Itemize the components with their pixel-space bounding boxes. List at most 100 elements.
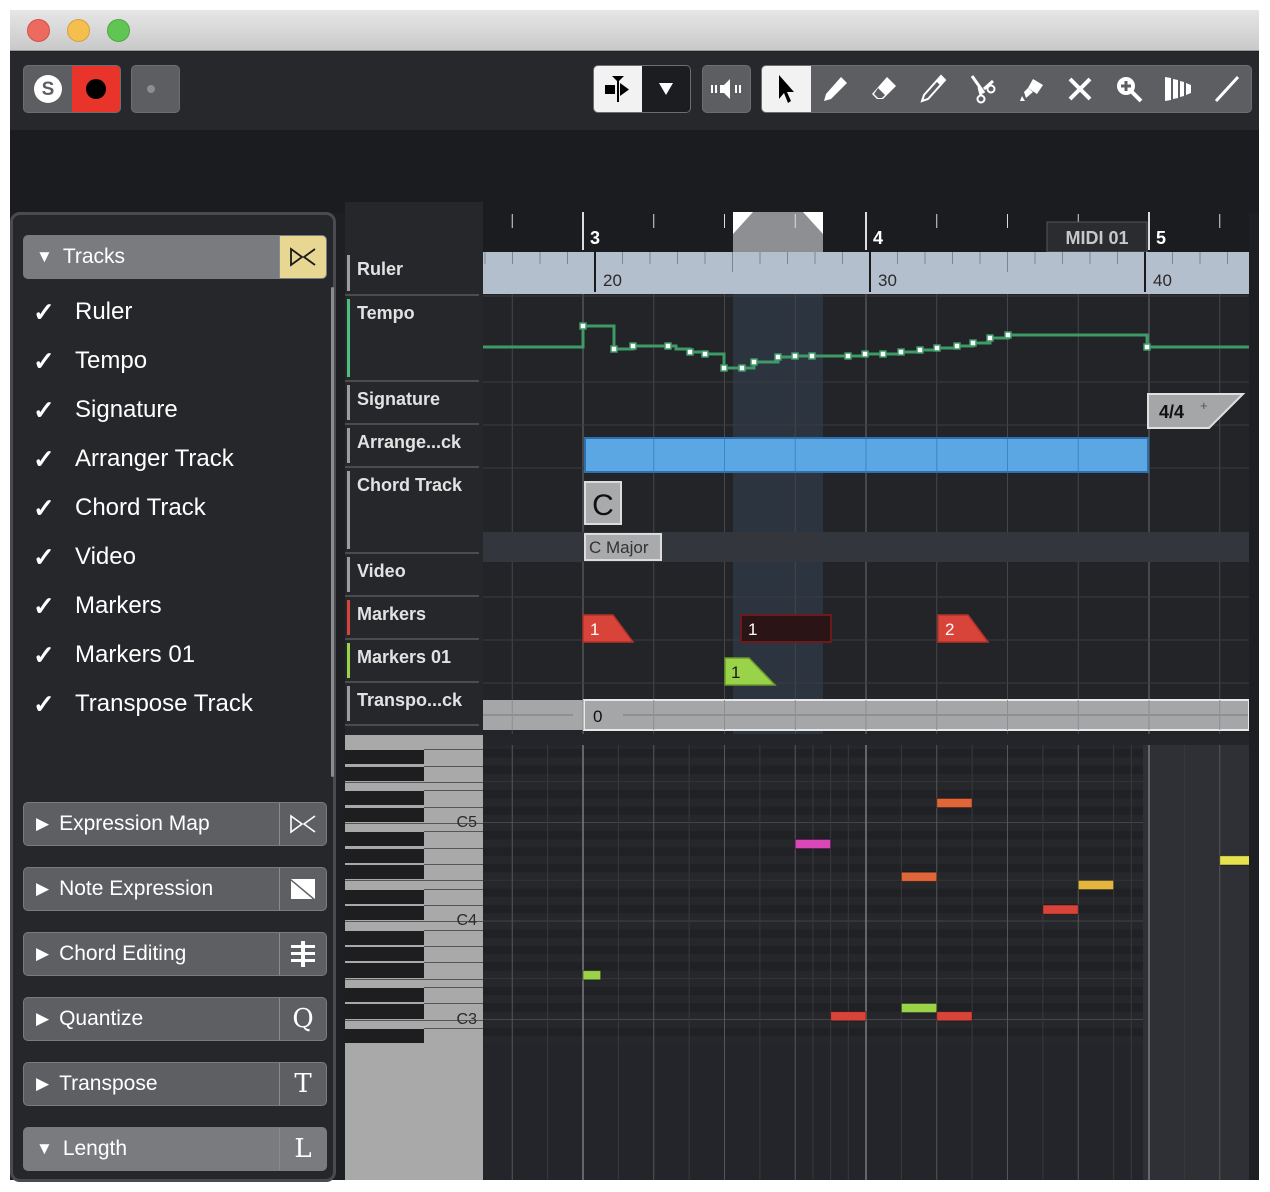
zoom-tool[interactable] — [1104, 66, 1153, 112]
track-visibility-item[interactable]: ✓ Arranger Track — [33, 439, 234, 479]
object-select-tool[interactable] — [762, 66, 811, 112]
black-key[interactable] — [345, 988, 424, 1003]
black-key[interactable] — [345, 766, 424, 781]
minimize-window-button[interactable] — [67, 19, 90, 42]
tempo-point[interactable] — [808, 352, 816, 360]
tempo-point[interactable] — [738, 364, 746, 372]
black-key[interactable] — [345, 963, 424, 978]
section-length[interactable]: ▼ Length L — [23, 1127, 327, 1171]
black-key[interactable] — [345, 889, 424, 904]
track-visibility-item[interactable]: ✓ Markers 01 — [33, 635, 195, 675]
tempo-point[interactable] — [720, 364, 728, 372]
note-expression-icon[interactable] — [280, 868, 326, 910]
autoscroll-button[interactable] — [131, 65, 180, 113]
black-key[interactable] — [345, 865, 424, 880]
tempo-point[interactable] — [774, 353, 782, 361]
tempo-point[interactable] — [579, 322, 587, 330]
tempo-point[interactable] — [879, 350, 887, 358]
split-tool[interactable] — [958, 66, 1007, 112]
line-tool[interactable] — [1202, 66, 1251, 112]
black-key[interactable] — [345, 848, 424, 863]
bowtie-icon[interactable] — [280, 236, 326, 278]
comp-tool[interactable] — [1153, 66, 1202, 112]
black-key[interactable] — [345, 930, 424, 945]
insert-mode-button[interactable] — [594, 66, 642, 112]
note-grid[interactable] — [483, 745, 1249, 1180]
zoom-window-button[interactable] — [107, 19, 130, 42]
track-header-transpo-ck[interactable]: Transpo...ck — [345, 683, 479, 726]
tempo-point[interactable] — [1143, 343, 1151, 351]
draw-tool[interactable] — [811, 66, 860, 112]
tempo-point[interactable] — [1004, 331, 1012, 339]
tracks-section-header[interactable]: ▼ Tracks — [23, 235, 327, 279]
track-visibility-item[interactable]: ✓ Chord Track — [33, 488, 206, 528]
tempo-point[interactable] — [664, 342, 672, 350]
track-header-arrange-ck[interactable]: Arrange...ck — [345, 425, 479, 468]
tempo-point[interactable] — [933, 344, 941, 352]
scale-event[interactable]: C Major — [584, 533, 662, 561]
signature-event[interactable]: 4/4 + — [1147, 393, 1246, 429]
black-key[interactable] — [345, 906, 424, 921]
trim-tool[interactable] — [909, 66, 958, 112]
tempo-point[interactable] — [686, 348, 694, 356]
tempo-point[interactable] — [701, 350, 709, 358]
midi-note[interactable] — [1077, 879, 1115, 891]
track-visibility-item[interactable]: ✓ Markers — [33, 586, 162, 626]
acoustic-feedback-button[interactable] — [702, 65, 751, 113]
marker-event[interactable]: 1 — [582, 614, 635, 643]
chord-event[interactable]: C — [584, 481, 622, 525]
track-visibility-item[interactable]: ✓ Tempo — [33, 341, 147, 381]
section-note-expression[interactable]: ▶ Note Expression — [23, 867, 327, 911]
track-visibility-item[interactable]: ✓ Transpose Track — [33, 684, 253, 724]
black-key[interactable] — [345, 1004, 424, 1019]
track-visibility-item[interactable]: ✓ Ruler — [33, 292, 132, 332]
track-visibility-item[interactable]: ✓ Signature — [33, 390, 178, 430]
tempo-point[interactable] — [916, 346, 924, 354]
midi-note[interactable] — [830, 1011, 867, 1022]
track-header-signature[interactable]: Signature — [345, 382, 479, 425]
track-visibility-item[interactable]: ✓ Video — [33, 537, 136, 577]
track-header-ruler[interactable]: Ruler — [345, 252, 479, 296]
midi-note[interactable] — [1042, 904, 1079, 915]
transpose-icon[interactable]: T — [280, 1063, 326, 1105]
cycle-marker[interactable]: 1 — [740, 614, 832, 643]
midi-note[interactable] — [794, 838, 832, 850]
section-transpose[interactable]: ▶ Transpose T — [23, 1062, 327, 1106]
black-key[interactable] — [345, 791, 424, 806]
midi-note[interactable] — [936, 1011, 973, 1022]
tempo-point[interactable] — [969, 339, 977, 347]
expression-map-icon[interactable] — [280, 803, 326, 845]
section-quantize[interactable]: ▶ Quantize Q — [23, 997, 327, 1041]
track-header-chord-track[interactable]: Chord Track — [345, 468, 479, 554]
tempo-point[interactable] — [750, 358, 758, 366]
insert-dropdown-button[interactable] — [642, 66, 690, 112]
tempo-point[interactable] — [791, 352, 799, 360]
track-header-tempo[interactable]: Tempo — [345, 296, 479, 382]
erase-tool[interactable] — [860, 66, 909, 112]
black-key[interactable] — [345, 807, 424, 822]
midi-note[interactable] — [582, 970, 602, 981]
black-key[interactable] — [345, 947, 424, 962]
length-icon[interactable]: L — [280, 1128, 326, 1170]
midi-note[interactable] — [900, 871, 938, 882]
midi-note[interactable] — [1219, 855, 1249, 866]
marker-event[interactable]: 2 — [937, 614, 990, 643]
midi-note[interactable] — [936, 797, 973, 809]
track-header-markers[interactable]: Markers — [345, 597, 479, 640]
tempo-point[interactable] — [861, 350, 869, 358]
tempo-point[interactable] — [629, 342, 637, 350]
tempo-point[interactable] — [897, 348, 905, 356]
piano-keyboard[interactable]: C5 C4 C3 — [345, 735, 483, 1180]
record-button[interactable] — [72, 66, 120, 112]
tempo-point[interactable] — [844, 352, 852, 360]
section-chord-editing[interactable]: ▶ Chord Editing — [23, 932, 327, 976]
glue-tool[interactable] — [1007, 66, 1056, 112]
track-header-markers-01[interactable]: Markers 01 — [345, 640, 479, 683]
quantize-icon[interactable]: Q — [280, 998, 326, 1040]
tempo-point[interactable] — [986, 334, 994, 342]
track-header-video[interactable]: Video — [345, 554, 479, 597]
mute-tool[interactable] — [1055, 66, 1104, 112]
midi-note[interactable] — [900, 1002, 938, 1014]
black-key[interactable] — [345, 832, 424, 847]
tempo-point[interactable] — [953, 342, 961, 350]
